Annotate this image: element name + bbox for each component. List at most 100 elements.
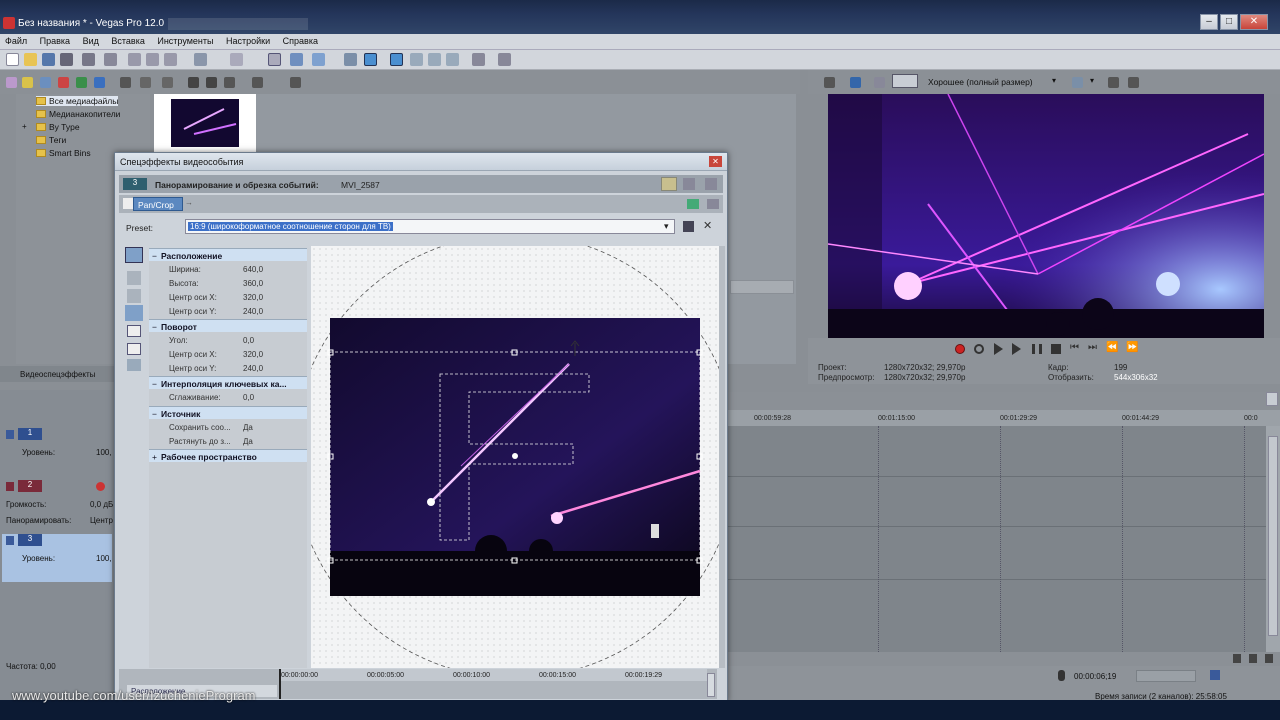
import-media-icon[interactable] bbox=[40, 77, 51, 88]
preview-quality-label[interactable]: Хорошее (полный размер) bbox=[928, 77, 1033, 87]
delete-preset-icon[interactable]: ✕ bbox=[703, 219, 712, 232]
zoom-icon[interactable] bbox=[127, 289, 141, 303]
time-field[interactable] bbox=[1136, 670, 1196, 682]
save-snapshot-icon[interactable] bbox=[1128, 77, 1139, 88]
envelope-tool-icon[interactable] bbox=[290, 53, 303, 66]
new-icon[interactable] bbox=[6, 53, 19, 66]
chevron-down-icon[interactable]: ▾ bbox=[1090, 76, 1094, 85]
dialog-close-button[interactable]: ✕ bbox=[709, 156, 722, 167]
previous-frame-icon[interactable]: ⏪ bbox=[1106, 342, 1118, 353]
pan-crop-canvas[interactable] bbox=[311, 246, 719, 668]
level-value[interactable]: 100, bbox=[96, 554, 112, 563]
open-icon[interactable] bbox=[24, 53, 37, 66]
collapse-icon[interactable] bbox=[6, 536, 14, 545]
split-screen-icon[interactable] bbox=[874, 77, 885, 88]
next-frame-icon[interactable]: ⏩ bbox=[1126, 342, 1138, 353]
crossfade-icon[interactable] bbox=[410, 53, 423, 66]
copy-icon[interactable] bbox=[146, 53, 159, 66]
save-preset-icon[interactable] bbox=[683, 221, 694, 232]
zoom-fit-icon[interactable] bbox=[1265, 654, 1273, 663]
zoom-tool-icon[interactable] bbox=[446, 53, 459, 66]
normal-edit-tool-icon[interactable] bbox=[268, 53, 281, 66]
import-icon[interactable] bbox=[104, 53, 117, 66]
prop-stretch[interactable]: Растянуть до з... Да bbox=[149, 435, 307, 448]
remove-plugin-icon[interactable] bbox=[707, 199, 719, 209]
cut-icon[interactable] bbox=[128, 53, 141, 66]
snap-to-grid-icon[interactable] bbox=[125, 305, 143, 321]
playhead[interactable] bbox=[279, 669, 281, 699]
show-properties-icon[interactable] bbox=[127, 325, 141, 337]
preset-dropdown[interactable]: 16:9 (широкоформатное соотношение сторон… bbox=[185, 219, 675, 234]
normal-edit-icon[interactable] bbox=[125, 247, 143, 263]
tree-item-by-type[interactable]: By Type bbox=[36, 122, 80, 132]
auto-preview-icon[interactable] bbox=[224, 77, 235, 88]
expand-icon[interactable]: + bbox=[22, 122, 27, 131]
volume-value[interactable]: 0,0 дБ bbox=[90, 500, 113, 509]
collapse-icon[interactable] bbox=[6, 482, 14, 491]
undo-icon[interactable] bbox=[194, 53, 207, 66]
section-workspace[interactable]: + Рабочее пространство bbox=[149, 449, 307, 462]
section-rotation[interactable]: − Поворот bbox=[149, 319, 307, 332]
prop-width[interactable]: Ширина: 640,0 bbox=[149, 263, 307, 276]
help-pointer-icon[interactable] bbox=[498, 53, 511, 66]
menu-settings[interactable]: Настройки bbox=[221, 34, 275, 48]
timeline-tracks[interactable] bbox=[728, 426, 1266, 652]
snapping-icon[interactable] bbox=[344, 53, 357, 66]
chevron-down-icon[interactable]: ▾ bbox=[1052, 76, 1056, 85]
prop-smoothness[interactable]: Сглаживание: 0,0 bbox=[149, 391, 307, 404]
video-preview[interactable] bbox=[828, 94, 1264, 338]
tree-item-tags[interactable]: Теги bbox=[36, 135, 66, 145]
overlays-icon[interactable] bbox=[1072, 77, 1083, 88]
stop-icon[interactable] bbox=[1051, 344, 1061, 354]
vertical-scrollbar[interactable] bbox=[1266, 426, 1280, 652]
tree-item-all-media[interactable]: Все медиафайлы bbox=[36, 96, 119, 106]
play-icon[interactable] bbox=[188, 77, 199, 88]
chevron-down-icon[interactable]: ▾ bbox=[664, 221, 669, 232]
web-icon[interactable] bbox=[94, 77, 105, 88]
capture-icon[interactable] bbox=[58, 77, 69, 88]
lock-aspect-icon[interactable] bbox=[127, 359, 141, 371]
scroll-up-icon[interactable] bbox=[1266, 392, 1278, 406]
track-2-header[interactable]: 2 Громкость: 0,0 дБ Панорамировать: Цент… bbox=[2, 480, 113, 530]
pause-icon[interactable] bbox=[1032, 344, 1042, 354]
tile-view-icon[interactable] bbox=[705, 178, 717, 190]
add-folder-icon[interactable] bbox=[22, 77, 33, 88]
move-freely-icon[interactable] bbox=[127, 343, 141, 355]
section-source[interactable]: − Источник bbox=[149, 406, 307, 419]
collapse-icon[interactable] bbox=[6, 430, 14, 439]
grid-view-icon[interactable] bbox=[683, 178, 695, 190]
replace-icon[interactable] bbox=[162, 77, 173, 88]
prop-angle[interactable]: Угол: 0,0 bbox=[149, 334, 307, 347]
auto-ripple-icon[interactable] bbox=[364, 53, 377, 66]
plugin-chain-icon[interactable] bbox=[687, 199, 699, 209]
zoom-out-icon[interactable] bbox=[1249, 654, 1257, 663]
copy-snapshot-icon[interactable] bbox=[1108, 77, 1119, 88]
go-to-start-icon[interactable]: ⏮ bbox=[1070, 342, 1079, 353]
move-tool-icon[interactable] bbox=[127, 271, 141, 285]
record-arm-icon[interactable] bbox=[96, 482, 105, 491]
prop-rot-center-y[interactable]: Центр оси Y: 240,0 bbox=[149, 362, 307, 375]
preview-fx-icon[interactable] bbox=[824, 77, 835, 88]
delete-icon[interactable] bbox=[120, 77, 131, 88]
record-icon[interactable] bbox=[955, 344, 965, 354]
menu-tools[interactable]: Инструменты bbox=[152, 34, 218, 48]
play-icon[interactable] bbox=[1012, 343, 1021, 355]
menu-help[interactable]: Справка bbox=[278, 34, 323, 48]
go-to-end-icon[interactable]: ⏭ bbox=[1088, 342, 1097, 353]
close-button[interactable]: ✕ bbox=[1240, 14, 1268, 30]
views-icon[interactable] bbox=[252, 77, 263, 88]
prop-center-x[interactable]: Центр оси X: 320,0 bbox=[149, 291, 307, 304]
canvas-scrollbar[interactable] bbox=[719, 246, 725, 668]
level-value[interactable]: 100, bbox=[96, 448, 112, 457]
scroll-stub[interactable] bbox=[730, 280, 794, 294]
preview-quality-icon[interactable] bbox=[892, 74, 918, 88]
fx-tab-pan-crop[interactable]: Pan/Crop bbox=[133, 197, 183, 211]
redo-icon[interactable] bbox=[230, 53, 243, 66]
menu-edit[interactable]: Правка bbox=[35, 34, 75, 48]
section-interpolation[interactable]: − Интерполяция ключевых ка... bbox=[149, 376, 307, 389]
loop-icon[interactable] bbox=[974, 344, 984, 354]
section-position[interactable]: − Расположение bbox=[149, 248, 307, 261]
save-icon[interactable] bbox=[42, 53, 55, 66]
tree-item-media-drives[interactable]: Медианакопители bbox=[36, 109, 120, 119]
prop-height[interactable]: Высота: 360,0 bbox=[149, 277, 307, 290]
